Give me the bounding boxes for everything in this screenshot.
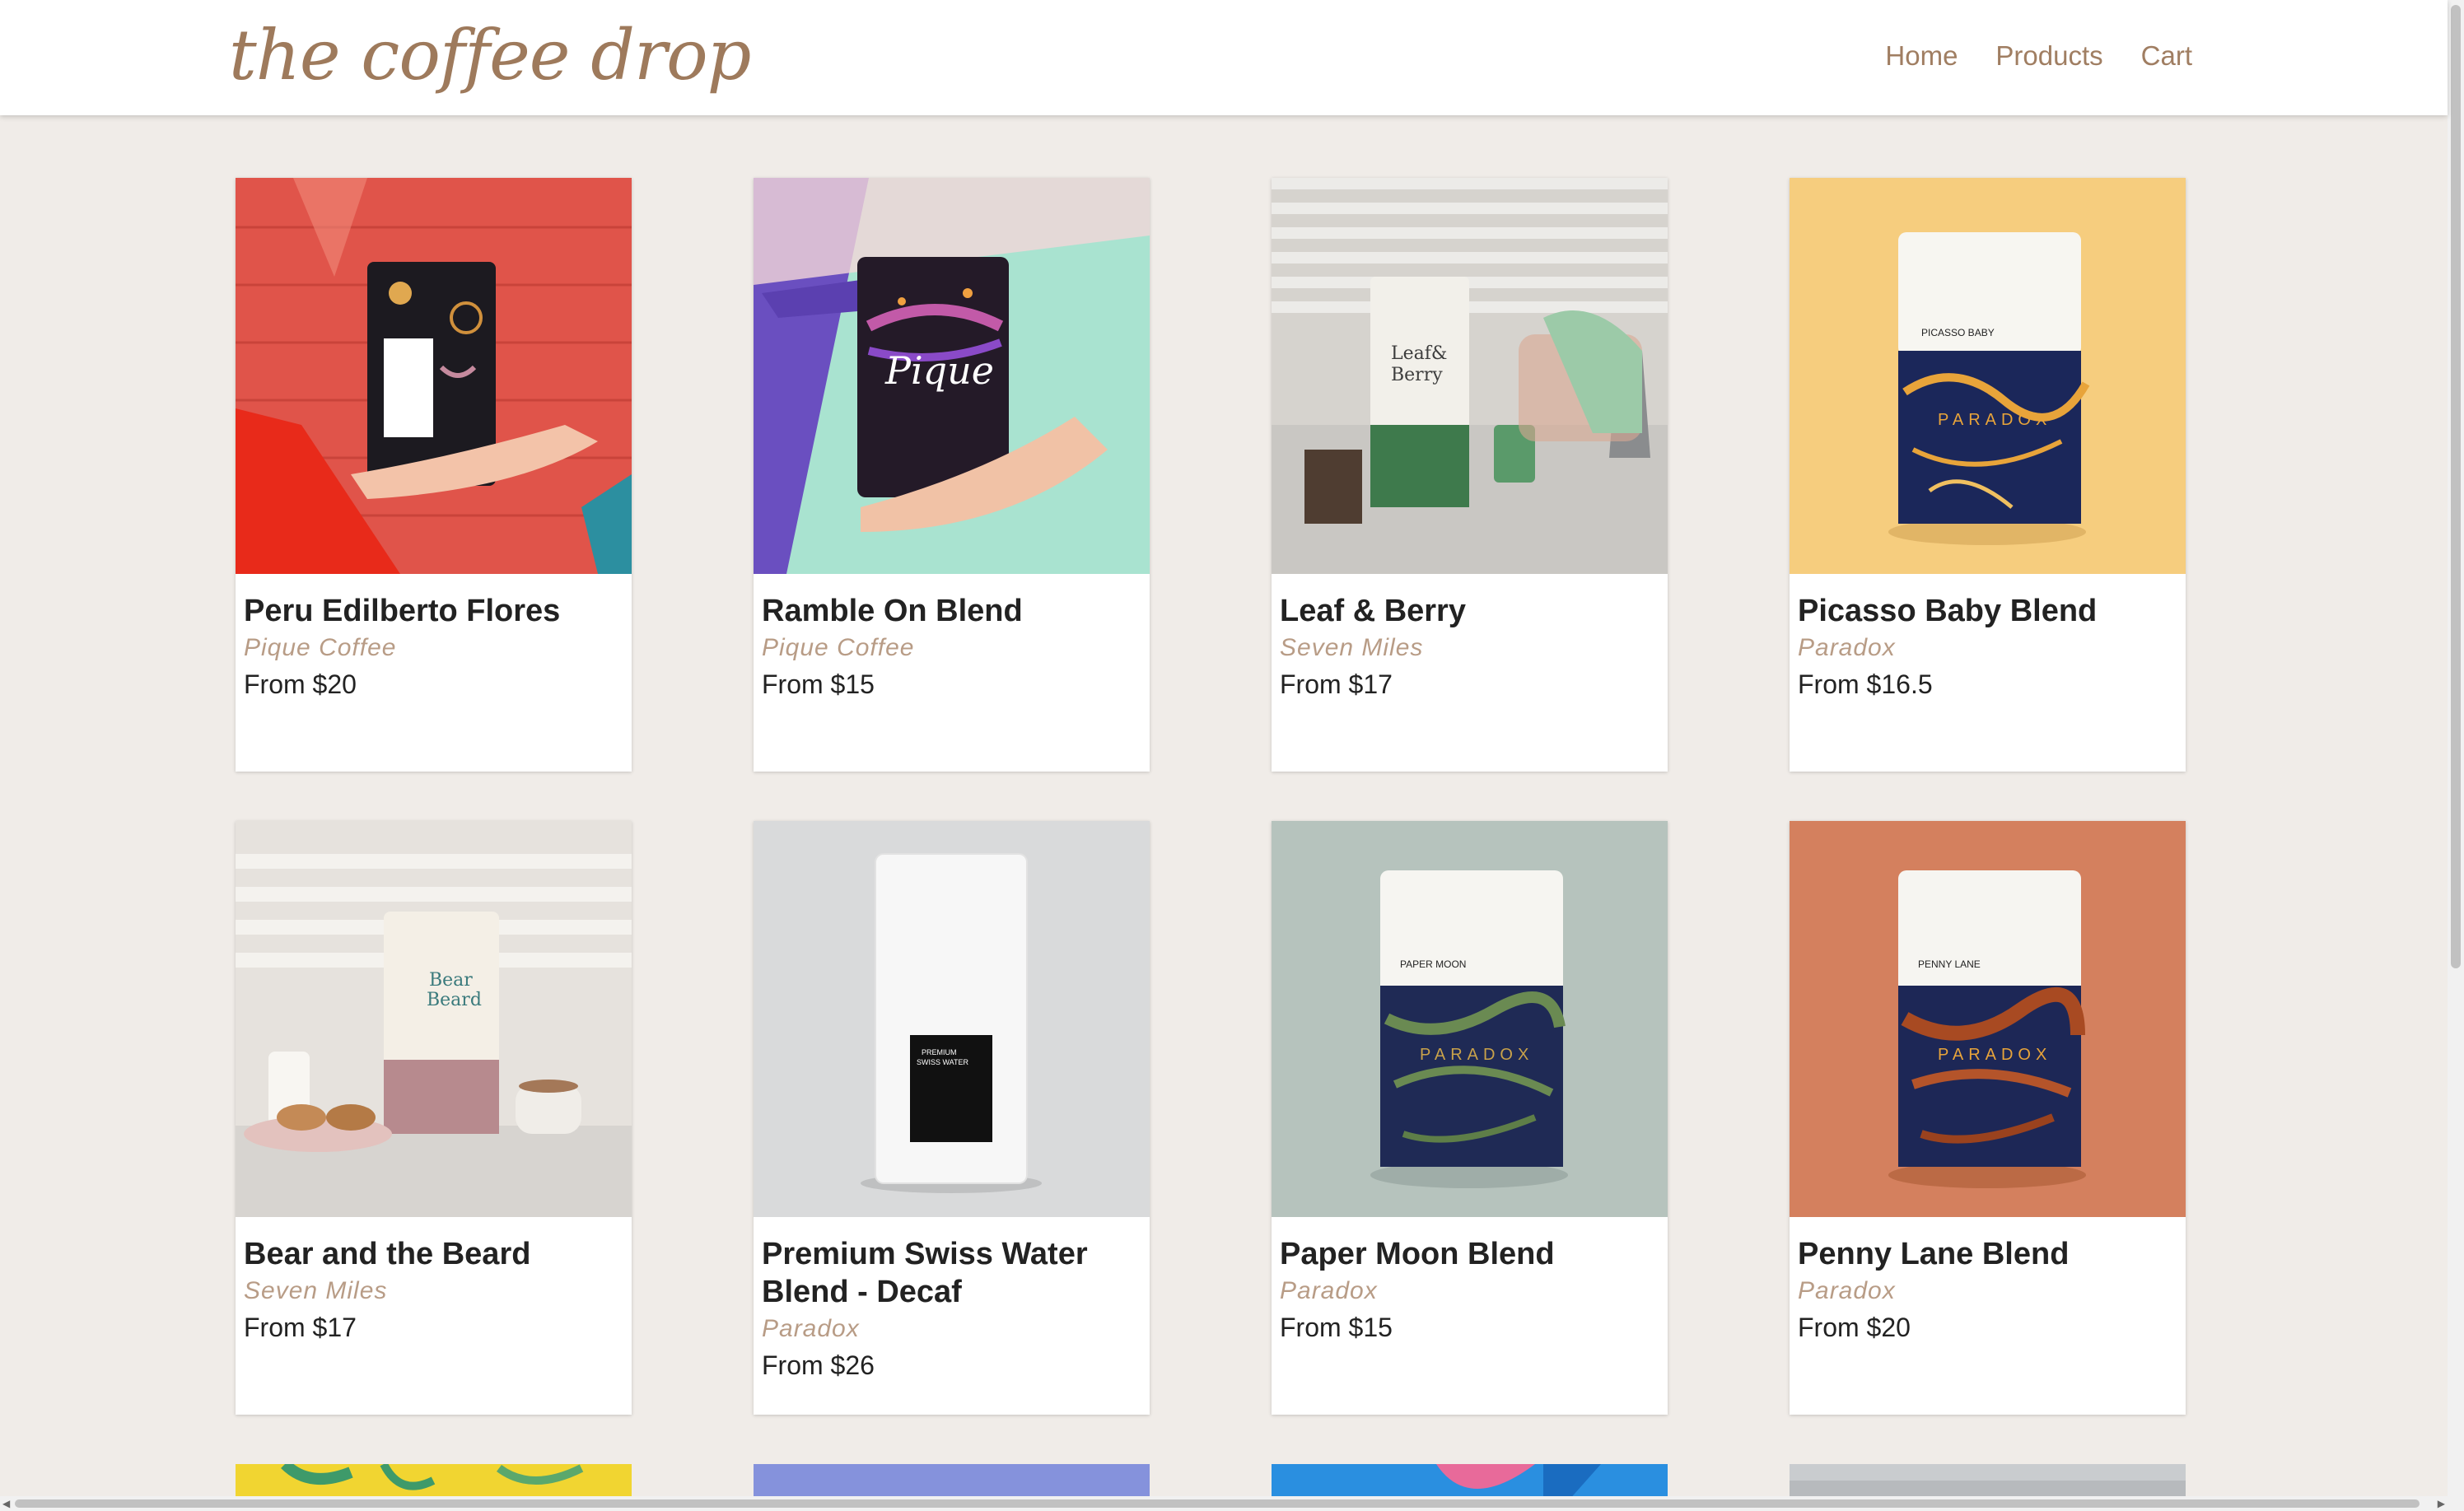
nav-products-link[interactable]: Products xyxy=(1995,36,2102,76)
horizontal-scrollbar-thumb[interactable] xyxy=(15,1499,2420,1508)
product-image[interactable]: PICASSO BABY PARADOX xyxy=(1790,178,2186,574)
site-logo[interactable]: the coffee drop xyxy=(229,10,751,100)
product-roaster: Paradox xyxy=(1798,634,1896,661)
product-image[interactable]: Bear Beard xyxy=(236,821,632,1217)
product-image[interactable]: PAPER MOON PARADOX xyxy=(1272,821,1668,1217)
product-image[interactable]: Pique xyxy=(754,178,1150,574)
product-name[interactable]: Peru Edilberto Flores xyxy=(244,592,623,630)
product-name[interactable]: Penny Lane Blend xyxy=(1798,1235,2177,1273)
product-card[interactable]: PAPER MOON PARADOX Paper Moon Blend Para… xyxy=(1272,821,1668,1415)
svg-text:PARADOX: PARADOX xyxy=(1938,411,2051,429)
product-roaster: Pique Coffee xyxy=(244,634,397,661)
product-image[interactable]: Leaf& Berry xyxy=(1272,178,1668,574)
product-name[interactable]: Paper Moon Blend xyxy=(1280,1235,1659,1273)
product-name[interactable]: Bear and the Beard xyxy=(244,1235,623,1273)
product-roaster: Pique Coffee xyxy=(762,634,915,661)
product-card[interactable]: Bear Beard Bear and the Beard Seven Mile… xyxy=(236,821,632,1415)
nav-home-link[interactable]: Home xyxy=(1885,36,1958,76)
product-price: From $17 xyxy=(244,1313,357,1342)
product-card[interactable]: PREMIUM SWISS WATER Premium Swiss Water … xyxy=(754,821,1150,1415)
svg-text:Pique: Pique xyxy=(884,348,994,393)
svg-text:PARADOX: PARADOX xyxy=(1938,1046,2051,1064)
svg-text:PAPER MOON: PAPER MOON xyxy=(1400,958,1466,970)
product-card[interactable]: PENNY LANE PARADOX Penny Lane Blend Para… xyxy=(1790,821,2186,1415)
nav-cart-link[interactable]: Cart xyxy=(2141,36,2192,76)
scroll-left-arrow-icon[interactable]: ◀ xyxy=(2,1498,10,1509)
product-roaster: Paradox xyxy=(1798,1277,1896,1304)
product-roaster: Paradox xyxy=(762,1315,860,1342)
svg-text:PICASSO BABY: PICASSO BABY xyxy=(1921,327,1995,338)
svg-text:Bear: Bear xyxy=(429,970,473,991)
svg-text:Leaf&: Leaf& xyxy=(1391,343,1447,364)
vertical-scrollbar-thumb[interactable] xyxy=(2451,5,2461,968)
product-price: From $16.5 xyxy=(1798,669,1933,699)
product-name[interactable]: Leaf & Berry xyxy=(1280,592,1659,630)
product-image[interactable] xyxy=(236,178,632,574)
product-name[interactable]: Picasso Baby Blend xyxy=(1798,592,2177,630)
product-price: From $15 xyxy=(1280,1313,1393,1342)
scroll-right-arrow-icon[interactable]: ▶ xyxy=(2438,1498,2445,1509)
product-price: From $20 xyxy=(244,669,357,699)
horizontal-scrollbar[interactable]: ◀ ▶ xyxy=(0,1496,2448,1511)
product-card[interactable]: Peru Edilberto Flores Pique Coffee From … xyxy=(236,178,632,772)
svg-text:PARADOX: PARADOX xyxy=(1420,1046,1533,1064)
product-name[interactable]: Ramble On Blend xyxy=(762,592,1141,630)
product-grid: Peru Edilberto Flores Pique Coffee From … xyxy=(236,178,2186,1415)
product-roaster: Seven Miles xyxy=(1280,634,1424,661)
svg-text:Berry: Berry xyxy=(1391,365,1443,385)
product-card[interactable]: Pique Ramble On Blend Pique Coffee From … xyxy=(754,178,1150,772)
main-nav: Home Products Cart xyxy=(1885,36,2192,76)
svg-text:SWISS WATER: SWISS WATER xyxy=(917,1058,969,1066)
product-price: From $17 xyxy=(1280,669,1393,699)
svg-text:PREMIUM: PREMIUM xyxy=(922,1048,957,1056)
product-card[interactable]: PICASSO BABY PARADOX Picasso Baby Blend … xyxy=(1790,178,2186,772)
product-image[interactable]: PREMIUM SWISS WATER xyxy=(754,821,1150,1217)
product-roaster: Paradox xyxy=(1280,1277,1378,1304)
svg-text:Beard: Beard xyxy=(427,990,482,1010)
product-card[interactable]: Leaf& Berry Leaf & Berry Seven Miles Fro… xyxy=(1272,178,1668,772)
vertical-scrollbar[interactable] xyxy=(2448,0,2464,1511)
product-image[interactable]: PENNY LANE PARADOX xyxy=(1790,821,2186,1217)
site-header: the coffee drop Home Products Cart xyxy=(0,0,2448,115)
product-name[interactable]: Premium Swiss Water Blend - Decaf xyxy=(762,1235,1141,1311)
product-price: From $15 xyxy=(762,669,875,699)
product-price: From $20 xyxy=(1798,1313,1911,1342)
product-roaster: Seven Miles xyxy=(244,1277,388,1304)
product-price: From $26 xyxy=(762,1350,875,1380)
svg-text:PENNY LANE: PENNY LANE xyxy=(1918,958,1981,970)
